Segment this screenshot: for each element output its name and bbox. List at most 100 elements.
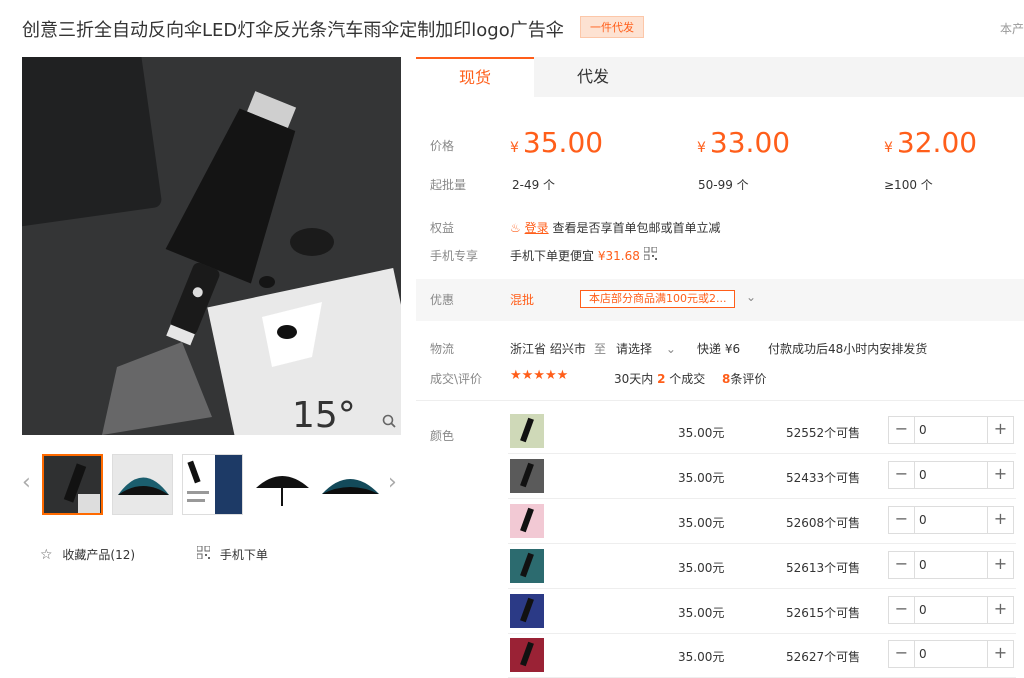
zoom-icon[interactable] [382,414,398,430]
quantity-input[interactable]: 0 [919,558,927,572]
sku-thumbnail[interactable] [510,549,544,583]
quantity-stepper: − 0 + [888,640,1014,668]
sku-row: 35.00元 52627个可售 − 0 + [508,634,1016,678]
increment-button[interactable]: + [987,597,1013,623]
quantity-stepper: − 0 + [888,416,1014,444]
color-label: 颜色 [430,429,455,443]
sku-row: 35.00元 52608个可售 − 0 + [508,500,1016,544]
purchase-tabs: 现货 代发 [416,57,1024,97]
moq-tier-1: 2-49 个 [512,178,556,192]
sku-price: 35.00元 [678,426,725,440]
decrement-button[interactable]: − [889,597,915,623]
sku-thumbnail[interactable] [510,594,544,628]
sku-thumbnail[interactable] [510,638,544,672]
rights-row: ♨ 登录 查看是否享首单包邮或首单立减 [510,219,720,236]
thumbnail-5[interactable] [320,454,381,515]
mobile-label: 手机专享 [430,249,479,263]
rights-text: 查看是否享首单包邮或首单立减 [552,221,721,235]
star-outline-icon: ☆ [40,547,53,563]
tab-dropship[interactable]: 代发 [534,57,652,97]
increment-button[interactable]: + [987,552,1013,578]
increment-button[interactable]: + [987,417,1013,443]
main-product-image[interactable]: 15° [22,57,401,435]
promo-label: 优惠 [430,293,455,307]
favorite-button[interactable]: ☆ 收藏产品(12) [40,546,135,563]
sku-thumbnail[interactable] [510,414,544,448]
decrement-button[interactable]: − [889,641,915,667]
quantity-input[interactable]: 0 [919,513,927,527]
quantity-input[interactable]: 0 [919,647,927,661]
dropship-badge[interactable]: 一件代发 [580,16,644,38]
quantity-input[interactable]: 0 [919,423,927,437]
review-count[interactable]: 8条评价 [722,370,766,387]
increment-button[interactable]: + [987,462,1013,488]
thumbnail-3[interactable] [182,454,243,515]
delivery-promise: 付款成功后48小时内安排发货 [768,342,928,356]
sku-price: 35.00元 [678,650,725,664]
price-label: 价格 [430,139,455,153]
mobile-row[interactable]: 手机下单更便宜 ¥31.68 [510,246,658,264]
mixed-batch-label: 混批 [510,293,535,307]
moq-tier-3: ≥100 个 [884,178,933,192]
deals-count[interactable]: 30天内 2 个成交 [614,370,705,387]
title-bar: 创意三折全自动反向伞LED灯伞反光条汽车雨伞定制加印logo广告伞 一件代发 本… [0,0,1024,56]
sku-stock: 52552个可售 [786,426,861,440]
prev-arrow-icon[interactable]: ‹ [22,470,31,495]
qr-code-icon [196,545,214,562]
sku-row: 35.00元 52613个可售 − 0 + [508,545,1016,589]
express-fee: 快递 ¥6 [697,342,741,356]
thumbnail-4[interactable] [252,454,313,515]
logistics-to: 至 [594,342,607,356]
reviews-label: 成交\评价 [430,372,483,386]
login-link[interactable]: 登录 [525,221,549,235]
coupon-icon: ♨ [510,221,521,235]
svg-text:15°: 15° [292,395,356,435]
quantity-input[interactable]: 0 [919,603,927,617]
thumbnail-1[interactable] [42,454,103,515]
increment-button[interactable]: + [987,507,1013,533]
sku-price: 35.00元 [678,471,725,485]
tab-spot[interactable]: 现货 [416,57,534,97]
rights-label: 权益 [430,221,455,235]
coupon-tag[interactable]: 本店部分商品满100元或2... [580,290,736,308]
sku-stock: 52608个可售 [786,516,861,530]
sku-price: 35.00元 [678,561,725,575]
moq-tier-2: 50-99 个 [698,178,749,192]
moq-label: 起批量 [430,178,467,192]
increment-button[interactable]: + [987,641,1013,667]
mobile-order-button[interactable]: 手机下单 [196,545,268,563]
destination-select[interactable]: 请选择 ⌄ [616,340,676,357]
sku-row: 35.00元 52433个可售 − 0 + [508,455,1016,499]
product-title: 创意三折全自动反向伞LED灯伞反光条汽车雨伞定制加印logo广告伞 [22,20,564,41]
sku-stock: 52627个可售 [786,650,861,664]
logistics-label: 物流 [430,342,455,356]
price-tier-2: ¥33.00 [697,126,791,159]
price-tier-1: ¥35.00 [510,126,604,159]
corner-text: 本产 [1000,22,1024,36]
mobile-text: 手机下单更便宜 [510,249,595,263]
sku-price: 35.00元 [678,606,725,620]
decrement-button[interactable]: − [889,462,915,488]
logistics-from: 浙江省 绍兴市 [510,342,586,356]
sku-stock: 52615个可售 [786,606,861,620]
sku-thumbnail[interactable] [510,504,544,538]
quantity-stepper: − 0 + [888,506,1014,534]
mobile-order-label: 手机下单 [219,548,268,562]
sku-row: 35.00元 52552个可售 − 0 + [508,410,1016,454]
decrement-button[interactable]: − [889,507,915,533]
favorite-label: 收藏产品(12) [62,548,136,562]
quantity-input[interactable]: 0 [919,468,927,482]
quantity-stepper: − 0 + [888,596,1014,624]
decrement-button[interactable]: − [889,417,915,443]
mobile-price: ¥31.68 [597,249,640,263]
next-arrow-icon[interactable]: › [388,470,397,495]
quantity-stepper: − 0 + [888,551,1014,579]
thumbnail-2[interactable] [112,454,173,515]
gallery-actions: ☆ 收藏产品(12) 手机下单 [40,545,380,566]
chevron-down-icon[interactable]: ⌄ [746,290,756,304]
sku-row: 35.00元 52615个可售 − 0 + [508,590,1016,634]
thumbnail-strip: ‹ › [22,452,402,518]
sku-thumbnail[interactable] [510,459,544,493]
sku-stock: 52433个可售 [786,471,861,485]
decrement-button[interactable]: − [889,552,915,578]
